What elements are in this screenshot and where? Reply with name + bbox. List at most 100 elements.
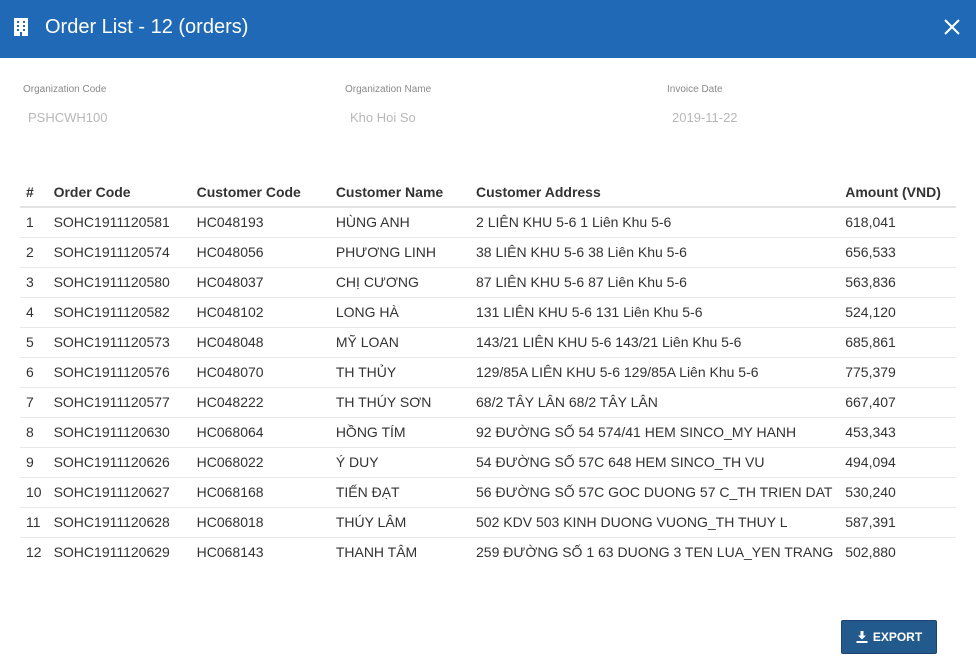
dialog-header: Order List - 12 (orders) (0, 0, 976, 58)
customer-name-cell: HÙNG ANH (329, 207, 471, 238)
export-button-label: EXPORT (872, 630, 923, 644)
customer-address-cell: 38 LIÊN KHU 5-6 38 Liên Khu 5-6 (470, 237, 840, 268)
header-customer-code: Customer Code (190, 177, 330, 208)
customer-address-cell: 2 LIÊN KHU 5-6 1 Liên Khu 5-6 (470, 207, 840, 238)
close-icon[interactable] (942, 17, 962, 37)
customer-name-cell: Ý DUY (329, 447, 471, 478)
organization-name-field: Organization Name Kho Hoi So (345, 84, 432, 125)
order-code-cell: SOHC1911120630 (47, 417, 191, 448)
table-row[interactable]: 8 SOHC1911120630 HC068064 HỒNG TÍM 92 ĐƯỜNG … (20, 417, 956, 448)
table-row[interactable]: 11 SOHC1911120628 HC068018 THÚY LÂM 502 KDV … (20, 507, 956, 538)
customer-address-cell: 68/2 TÂY LÂN 68/2 TÂY LÂN (470, 387, 840, 418)
customer-code-cell: HC068022 (190, 447, 330, 478)
customer-address-cell: 56 ĐƯỜNG SỐ 57C GOC DUONG 57 C_TH TRIEN … (470, 477, 840, 508)
amount-cell: 775,379 (839, 357, 956, 388)
header-order-code: Order Code (47, 177, 191, 208)
customer-code-cell: HC048193 (190, 207, 330, 238)
customer-name-cell: CHỊ CƯƠNG (329, 267, 471, 298)
customer-code-cell: HC048048 (190, 327, 330, 358)
row-index-cell: 11 (20, 507, 48, 538)
table-row[interactable]: 9 SOHC1911120626 HC068022 Ý DUY 54 ĐƯỜNG SỐ … (20, 447, 956, 478)
row-index-cell: 6 (20, 357, 48, 388)
order-code-cell: SOHC1911120573 (47, 327, 191, 358)
customer-address-cell: 131 LIÊN KHU 5-6 131 Liên Khu 5-6 (470, 297, 840, 328)
customer-address-cell: 259 ĐƯỜNG SỐ 1 63 DUONG 3 TEN LUA_YEN TR… (476, 544, 834, 561)
customer-name-cell: TIẾN ĐẠT (329, 477, 471, 508)
organization-name-label: Organization Name (345, 84, 432, 95)
amount-cell: 453,343 (839, 417, 956, 448)
customer-address-cell: 87 LIÊN KHU 5-6 87 Liên Khu 5-6 (470, 267, 840, 298)
amount-cell: 685,861 (839, 327, 956, 358)
customer-address-cell: 54 ĐƯỜNG SỐ 57C 648 HEM SINCO_TH VU (470, 447, 840, 478)
orders-table-body: 1 SOHC1911120581 HC048193 HÙNG ANH 2 LIÊN KH… (20, 207, 956, 567)
organization-code-label: Organization Code (23, 84, 107, 95)
table-row[interactable]: 2 SOHC1911120574 HC048056 PHƯƠNG LINH 38 LIÊ… (20, 237, 956, 268)
invoice-date-value: 2019-11-22 (672, 110, 738, 125)
amount-cell: 494,094 (839, 447, 956, 478)
row-index-cell: 8 (20, 417, 48, 448)
table-row[interactable]: 5 SOHC1911120573 HC048048 MỸ LOAN 143/21 LIÊ… (20, 327, 956, 358)
header-customer-name: Customer Name (329, 177, 471, 208)
table-header-row: # Order Code Customer Code Customer Name… (20, 177, 956, 208)
amount-cell: 656,533 (839, 237, 956, 268)
row-index-cell: 12 (26, 544, 42, 561)
amount-cell: 524,120 (839, 297, 956, 328)
header-amount: Amount (VND) (839, 177, 956, 208)
row-index-cell: 4 (20, 297, 48, 328)
customer-name-cell: TH THÚY SƠN (329, 387, 471, 418)
organization-code-field: Organization Code PSHCWH100 (23, 84, 107, 125)
table-row[interactable]: 6 SOHC1911120576 HC048070 TH THỦY 129/85A LI… (20, 357, 956, 388)
customer-name-cell: MỸ LOAN (329, 327, 471, 358)
amount-cell: 667,407 (839, 387, 956, 418)
customer-name-cell: TH THỦY (329, 357, 471, 388)
invoice-date-label: Invoice Date (667, 84, 723, 95)
customer-address-cell: 143/21 LIÊN KHU 5-6 143/21 Liên Khu 5-6 (470, 327, 840, 358)
table-row[interactable]: 3 SOHC1911120580 HC048037 CHỊ CƯƠNG 87 LIÊN … (20, 267, 956, 298)
order-code-cell: SOHC1911120574 (47, 237, 191, 268)
row-index-cell: 7 (20, 387, 48, 418)
table-row[interactable]: 10 SOHC1911120627 HC068168 TIẾN ĐẠT 56 ĐƯỜNG… (20, 477, 956, 508)
row-index-cell: 9 (20, 447, 48, 478)
row-index-cell: 2 (20, 237, 48, 268)
customer-name-cell: THÚY LÂM (329, 507, 471, 538)
amount-cell: 530,240 (839, 477, 956, 508)
order-code-cell: SOHC1911120581 (47, 207, 191, 238)
customer-code-cell: HC068064 (190, 417, 330, 448)
order-code-cell: SOHC1911120629 (53, 544, 170, 561)
customer-code-cell: HC068018 (190, 507, 330, 538)
row-index-cell: 5 (20, 327, 48, 358)
order-code-cell: SOHC1911120628 (47, 507, 191, 538)
customer-code-cell: HC048102 (190, 297, 330, 328)
customer-code-cell: HC048070 (190, 357, 330, 388)
row-index-cell: 10 (20, 477, 48, 508)
orders-table: # Order Code Customer Code Customer Name… (20, 177, 956, 567)
order-code-cell: SOHC1911120577 (47, 387, 191, 418)
order-code-cell: SOHC1911120580 (47, 267, 191, 298)
table-row[interactable]: 12 SOHC1911120629 HC068143 THANH TÂM 259 ĐƯỜ… (20, 537, 956, 567)
customer-code-cell: HC048037 (190, 267, 330, 298)
building-icon (14, 18, 28, 36)
customer-name-cell: HỒNG TÍM (329, 417, 471, 448)
organization-code-value: PSHCWH100 (28, 110, 108, 125)
table-row[interactable]: 4 SOHC1911120582 HC048102 LONG HÀ 131 LIÊN K… (20, 297, 956, 328)
order-code-cell: SOHC1911120582 (47, 297, 191, 328)
export-button[interactable]: EXPORT (841, 620, 937, 654)
download-icon (856, 631, 868, 643)
table-row[interactable]: 1 SOHC1911120581 HC048193 HÙNG ANH 2 LIÊN KH… (20, 207, 956, 238)
customer-name-cell: LONG HÀ (329, 297, 471, 328)
customer-code-cell: HC068143 (196, 544, 264, 561)
row-index-cell: 1 (20, 207, 48, 238)
customer-code-cell: HC048056 (190, 237, 330, 268)
amount-cell: 563,836 (839, 267, 956, 298)
header-index: # (20, 177, 48, 208)
customer-code-cell: HC048222 (190, 387, 330, 418)
amount-cell: 618,041 (839, 207, 956, 238)
customer-name-cell: THANH TÂM (335, 544, 418, 561)
customer-address-cell: 92 ĐƯỜNG SỐ 54 574/41 HEM SINCO_MY HANH (470, 417, 840, 448)
table-row[interactable]: 7 SOHC1911120577 HC048222 TH THÚY SƠN 68/2 T… (20, 387, 956, 418)
row-index-cell: 3 (20, 267, 48, 298)
customer-address-cell: 129/85A LIÊN KHU 5-6 129/85A Liên Khu 5-… (470, 357, 840, 388)
customer-address-cell: 502 KDV 503 KINH DUONG VUONG_TH THUY L (470, 507, 840, 538)
dialog-title: Order List - 12 (orders) (45, 16, 249, 38)
order-code-cell: SOHC1911120576 (47, 357, 191, 388)
